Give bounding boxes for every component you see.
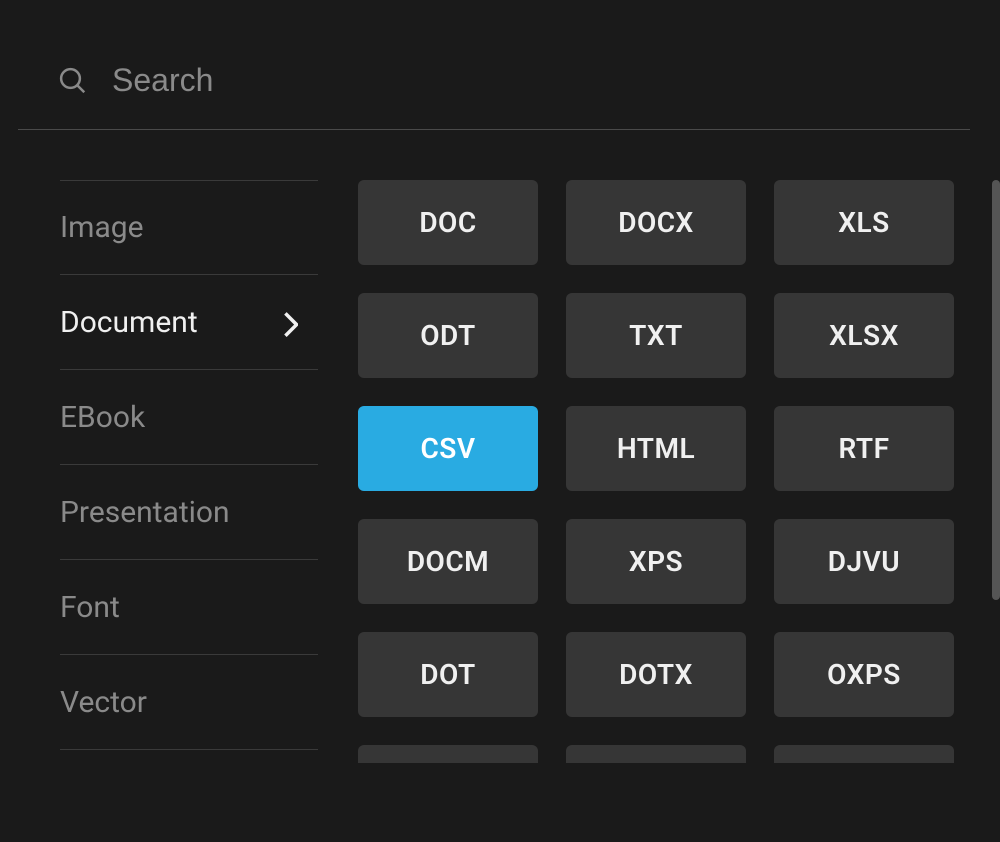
search-row <box>18 12 970 130</box>
chevron-right-icon <box>284 310 298 334</box>
format-tile-partial[interactable] <box>566 745 746 763</box>
format-tile-odt[interactable]: ODT <box>358 293 538 378</box>
formats-panel: DOC DOCX XLS ODT TXT XLSX CSV HTML RTF D… <box>318 180 1000 763</box>
search-icon <box>58 66 88 96</box>
sidebar-item-label: Presentation <box>60 495 230 530</box>
format-tile-rtf[interactable]: RTF <box>774 406 954 491</box>
sidebar-item-label: Vector <box>60 685 147 720</box>
format-tile-xps[interactable]: XPS <box>566 519 746 604</box>
sidebar-item-document[interactable]: Document <box>60 275 318 370</box>
sidebar-item-ebook[interactable]: EBook <box>60 370 318 465</box>
format-picker-panel: Image Document EBook Presentation Font <box>18 12 1000 842</box>
sidebar-item-label: Font <box>60 590 120 625</box>
format-tile-dotx[interactable]: DOTX <box>566 632 746 717</box>
format-tile-doc[interactable]: DOC <box>358 180 538 265</box>
sidebar-item-label: Document <box>60 305 198 340</box>
format-tile-html[interactable]: HTML <box>566 406 746 491</box>
format-tile-dot[interactable]: DOT <box>358 632 538 717</box>
format-tile-docm[interactable]: DOCM <box>358 519 538 604</box>
format-tile-partial[interactable] <box>774 745 954 763</box>
format-tile-csv[interactable]: CSV <box>358 406 538 491</box>
sidebar-item-vector[interactable]: Vector <box>60 655 318 750</box>
sidebar-item-image[interactable]: Image <box>60 180 318 275</box>
sidebar-item-font[interactable]: Font <box>60 560 318 655</box>
format-tile-partial[interactable] <box>358 745 538 763</box>
format-tile-djvu[interactable]: DJVU <box>774 519 954 604</box>
sidebar-item-label: EBook <box>60 400 145 435</box>
content: Image Document EBook Presentation Font <box>18 130 1000 763</box>
formats-partial-row <box>358 745 970 763</box>
format-tile-xls[interactable]: XLS <box>774 180 954 265</box>
sidebar-item-presentation[interactable]: Presentation <box>60 465 318 560</box>
scrollbar[interactable] <box>992 180 1000 600</box>
format-tile-oxps[interactable]: OXPS <box>774 632 954 717</box>
search-input[interactable] <box>112 62 930 99</box>
format-tile-txt[interactable]: TXT <box>566 293 746 378</box>
format-tile-docx[interactable]: DOCX <box>566 180 746 265</box>
sidebar-item-label: Image <box>60 210 144 245</box>
formats-grid: DOC DOCX XLS ODT TXT XLSX CSV HTML RTF D… <box>358 180 970 717</box>
category-sidebar: Image Document EBook Presentation Font <box>18 180 318 763</box>
format-tile-xlsx[interactable]: XLSX <box>774 293 954 378</box>
